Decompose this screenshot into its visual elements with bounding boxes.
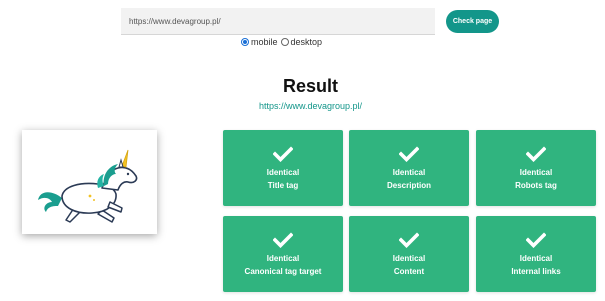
tile-title-tag: Identical Title tag bbox=[223, 130, 343, 206]
check-icon bbox=[273, 232, 293, 248]
check-icon bbox=[526, 232, 546, 248]
tile-label: Robots tag bbox=[515, 181, 557, 190]
device-radio-group: mobile desktop bbox=[241, 36, 325, 48]
desktop-radio-label[interactable]: desktop bbox=[291, 37, 323, 47]
tile-internal-links: Identical Internal links bbox=[476, 216, 596, 292]
desktop-radio[interactable] bbox=[280, 38, 289, 46]
unicorn-icon bbox=[38, 149, 138, 223]
tile-label: Description bbox=[386, 181, 431, 190]
check-page-button[interactable]: Check page bbox=[446, 10, 499, 33]
screenshot-preview bbox=[22, 130, 157, 234]
check-icon bbox=[399, 146, 419, 162]
check-icon bbox=[399, 232, 419, 248]
tile-label: Internal links bbox=[511, 267, 561, 276]
tile-label: Title tag bbox=[267, 181, 299, 190]
tile-label: Canonical tag target bbox=[244, 267, 322, 276]
url-input[interactable] bbox=[121, 8, 435, 35]
tile-status: Identical bbox=[519, 254, 553, 263]
tile-content: Identical Content bbox=[349, 216, 469, 292]
tile-robots-tag: Identical Robots tag bbox=[476, 130, 596, 206]
tile-description: Identical Description bbox=[349, 130, 469, 206]
result-url-link[interactable]: https://www.devagroup.pl/ bbox=[0, 100, 605, 112]
tile-status: Identical bbox=[266, 254, 300, 263]
mobile-radio-label[interactable]: mobile bbox=[251, 37, 278, 47]
tile-status: Identical bbox=[392, 168, 426, 177]
result-title: Result bbox=[282, 76, 338, 96]
tile-status: Identical bbox=[519, 168, 553, 177]
tile-status: Identical bbox=[392, 254, 426, 263]
mobile-radio[interactable] bbox=[241, 38, 249, 46]
check-icon bbox=[526, 146, 546, 162]
tile-label: Content bbox=[393, 267, 425, 276]
check-icon bbox=[273, 146, 293, 162]
tile-status: Identical bbox=[266, 168, 300, 177]
tile-canonical-tag-target: Identical Canonical tag target bbox=[223, 216, 343, 292]
